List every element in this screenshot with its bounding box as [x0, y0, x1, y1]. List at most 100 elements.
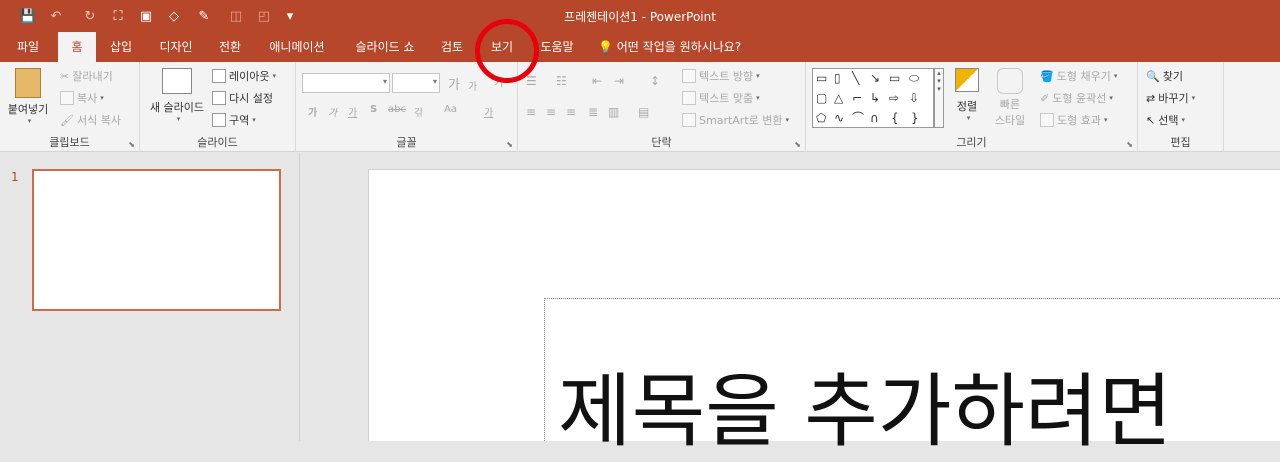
text-shadow-button[interactable]: S [370, 104, 377, 115]
triangle-shape-icon[interactable]: △ [834, 91, 843, 105]
bold-button[interactable]: 가 [308, 104, 317, 119]
slide-thumbnail[interactable] [32, 169, 281, 311]
font-size-combo[interactable]: ▾ [392, 73, 440, 93]
align-right-icon[interactable]: ≡ [566, 105, 576, 119]
font-launcher-icon[interactable]: ⬊ [506, 140, 513, 149]
line-shape-icon[interactable]: ╲ [852, 71, 859, 85]
paragraph-launcher-icon[interactable]: ⬊ [794, 140, 801, 149]
tab-review[interactable]: 검토 [432, 32, 472, 62]
curve-shape-icon[interactable]: ∿ [834, 111, 844, 125]
tab-file[interactable]: 파일 [6, 32, 50, 62]
tab-home[interactable]: 홈 [58, 32, 96, 62]
new-slide-button[interactable]: 새 슬라이드 ▾ [144, 68, 210, 123]
shape-fill-button[interactable]: 🪣 도형 채우기 ▾ [1040, 68, 1117, 84]
text-direction-button[interactable]: 텍스트 방향 ▾ [682, 68, 760, 84]
group-clipboard: 붙여넣기 ▾ ✂ 잘라내기 복사 ▾ 🖌 서식 복사 클립보드 ⬊ [0, 62, 140, 152]
cut-button[interactable]: ✂ 잘라내기 [60, 68, 113, 84]
clipboard-launcher-icon[interactable]: ⬊ [128, 140, 135, 149]
grow-font-button[interactable]: 가 [448, 74, 460, 93]
elbow-arrow-shape-icon[interactable]: ↳ [870, 91, 880, 105]
shape-effects-button[interactable]: 도형 효과 ▾ [1040, 112, 1108, 128]
slide-number: 1 [11, 170, 19, 184]
change-case-button[interactable]: Aa [444, 104, 457, 115]
select-button[interactable]: ↖ 선택 ▾ [1146, 112, 1185, 128]
shrink-font-button[interactable]: 가 [468, 78, 477, 93]
tab-slide-show[interactable]: 슬라이드 쇼 [344, 32, 426, 62]
elbow-connector-shape-icon[interactable]: ⌐ [852, 91, 862, 105]
text-direction-icon [682, 69, 696, 83]
strikethrough-button[interactable]: abc [388, 104, 406, 115]
bullets-icon[interactable]: ☰ [526, 74, 537, 88]
copy-icon [60, 91, 74, 105]
rectangle-shape-icon[interactable]: ▭ [889, 71, 900, 85]
new-slide-icon [162, 68, 192, 94]
align-center-icon[interactable]: ≡ [546, 105, 556, 119]
layout-button[interactable]: 레이아웃 ▾ [212, 68, 276, 84]
columns-icon[interactable]: ▤ [638, 105, 649, 119]
replace-button[interactable]: ⇄ 바꾸기 ▾ [1146, 90, 1195, 106]
pentagon-shape-icon[interactable]: ⬠ [816, 111, 826, 125]
distribute-icon[interactable]: ▥ [608, 105, 619, 119]
shapes-gallery[interactable]: ▭ ▯ ╲ ↘ ▭ ⬭ ▢ △ ⌐ ↳ ⇨ ⇩ ⬠ ∿ ⌒ ∩ { } [812, 68, 934, 128]
more-icon[interactable]: ▾ [937, 85, 941, 93]
tab-help[interactable]: 도움말 [532, 32, 582, 62]
vertical-textbox-shape-icon[interactable]: ▯ [834, 71, 841, 85]
group-paragraph: ☰ ☷ ⇤ ⇥ ↕ ≡ ≡ ≡ ≣ ▥ ▤ 텍스트 방향 ▾ 텍스트 맞춤 ▾ Sm… [518, 62, 806, 152]
font-name-combo[interactable]: ▾ [302, 73, 390, 93]
find-button[interactable]: 🔍 찾기 [1146, 68, 1183, 84]
copy-button[interactable]: 복사 ▾ [60, 90, 104, 106]
layout-icon [212, 69, 226, 83]
justify-icon[interactable]: ≣ [588, 105, 598, 119]
format-painter-button[interactable]: 🖌 서식 복사 [60, 112, 121, 128]
title-placeholder-text: 제목을 추가하려면 [558, 365, 1173, 458]
arrange-button[interactable]: 정렬 ▾ [950, 68, 984, 122]
font-color-button[interactable]: 가 [484, 104, 493, 119]
smartart-button[interactable]: SmartArt로 변환 ▾ [682, 112, 789, 128]
freeform-shape-icon[interactable]: ∩ [870, 111, 879, 125]
decrease-indent-icon[interactable]: ⇤ [592, 74, 602, 88]
align-text-icon [682, 91, 696, 105]
right-brace-shape-icon[interactable]: } [911, 111, 919, 125]
reset-button[interactable]: 다시 설정 [212, 90, 273, 106]
increase-indent-icon[interactable]: ⇥ [614, 74, 624, 88]
rounded-rectangle-shape-icon[interactable]: ▢ [816, 91, 827, 105]
quick-styles-icon [997, 68, 1023, 94]
paint-bucket-icon: 🪣 [1040, 69, 1054, 83]
section-button[interactable]: 구역 ▾ [212, 112, 256, 128]
group-label-editing: 편집 [1170, 136, 1191, 149]
search-icon: 🔍 [1146, 69, 1160, 83]
tab-insert[interactable]: 삽입 [102, 32, 140, 62]
reset-icon [212, 91, 226, 105]
group-label-clipboard: 클립보드 [49, 136, 90, 149]
left-brace-shape-icon[interactable]: { [891, 111, 899, 125]
lightbulb-icon: 💡 [598, 40, 617, 54]
numbering-icon[interactable]: ☷ [556, 74, 567, 88]
drawing-launcher-icon[interactable]: ⬊ [1126, 140, 1133, 149]
tab-animations[interactable]: 애니메이션 [260, 32, 334, 62]
right-arrow-shape-icon[interactable]: ⇨ [889, 91, 899, 105]
tab-design[interactable]: 디자인 [150, 32, 202, 62]
arc-shape-icon[interactable]: ⌒ [852, 111, 864, 125]
tab-transitions[interactable]: 전환 [210, 32, 250, 62]
pen-icon: ✐ [1040, 91, 1050, 105]
shapes-gallery-scroll[interactable]: ▴ ▾ ▾ [934, 68, 944, 128]
italic-button[interactable]: 가 [328, 104, 337, 119]
paste-button[interactable]: 붙여넣기 ▾ [6, 68, 50, 125]
shape-outline-button[interactable]: ✐ 도형 윤곽선 ▾ [1040, 90, 1113, 106]
chevron-down-icon[interactable]: ▾ [937, 77, 941, 85]
char-spacing-button[interactable]: 갂 [414, 104, 423, 119]
down-arrow-shape-icon[interactable]: ⇩ [909, 91, 919, 105]
title-bar: 💾 ↶ ↻ ⛶ ▣ ◇ ✎ ◫ ◰ ▾ 프레젠테이션1 - PowerPoint [0, 0, 1280, 32]
align-text-button[interactable]: 텍스트 맞춤 ▾ [682, 90, 760, 106]
align-left-icon[interactable]: ≡ [526, 105, 536, 119]
group-font: ▾ ▾ 가 가 가 가 가 가 S abc 갂 Aa 가 글꼴 ⬊ [296, 62, 518, 152]
line-spacing-icon[interactable]: ↕ [650, 74, 660, 88]
quick-styles-button[interactable]: 빠른 스타일 [988, 68, 1032, 128]
chevron-up-icon[interactable]: ▴ [937, 69, 941, 77]
oval-shape-icon[interactable]: ⬭ [909, 71, 919, 85]
cursor-icon: ↖ [1146, 113, 1156, 127]
arrow-line-shape-icon[interactable]: ↘ [870, 71, 880, 85]
textbox-shape-icon[interactable]: ▭ [816, 71, 827, 85]
tell-me-search[interactable]: 💡 어떤 작업을 원하시나요? [598, 32, 741, 62]
underline-button[interactable]: 가 [348, 104, 357, 119]
